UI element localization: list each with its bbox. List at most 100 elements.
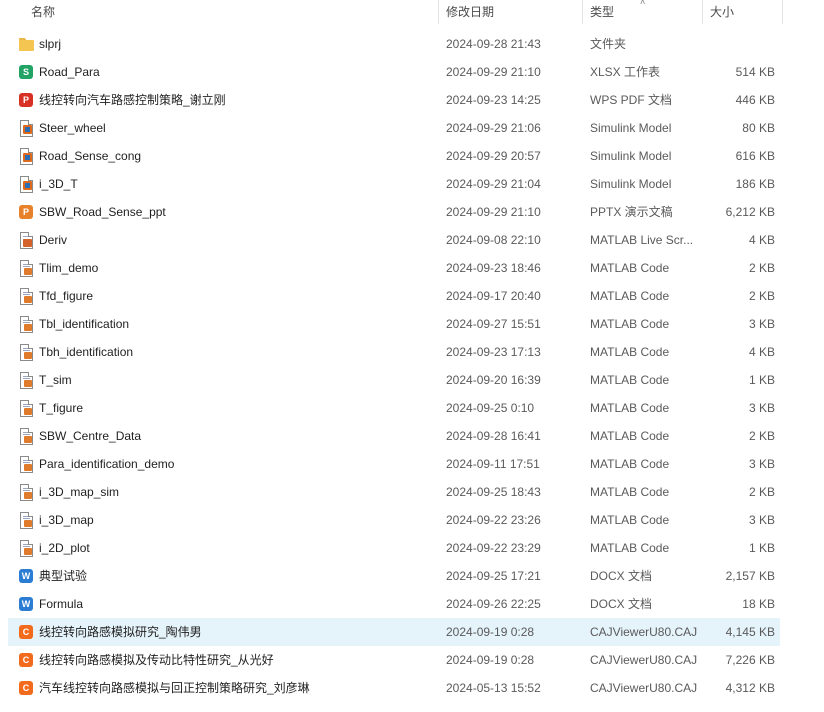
file-date: 2024-09-17 20:40: [446, 289, 541, 303]
file-type: MATLAB Live Scr...: [590, 233, 694, 247]
file-type: CAJViewerU80.CAJ: [590, 625, 698, 639]
column-divider[interactable]: [702, 0, 703, 24]
file-name: Steer_wheel: [39, 121, 106, 135]
file-row[interactable]: Road_Sense_cong 2024-09-29 20:57 Simulink …: [8, 142, 780, 170]
file-date: 2024-09-25 18:43: [446, 485, 541, 499]
file-row[interactable]: W Formula 2024-09-26 22:25 DOCX 文档 18 KB: [8, 590, 780, 618]
matlab-code-icon: [18, 372, 34, 389]
matlab-code-icon: [18, 484, 34, 501]
simulink-icon: [18, 120, 34, 137]
file-size: 3 KB: [748, 317, 775, 331]
file-name: Tfd_figure: [39, 289, 94, 303]
file-type: CAJViewerU80.CAJ: [590, 653, 698, 667]
file-size: 18 KB: [742, 597, 775, 611]
file-size: 446 KB: [735, 93, 775, 107]
file-name: T_figure: [39, 401, 84, 415]
file-size: 514 KB: [735, 65, 775, 79]
folder-icon: [18, 36, 34, 52]
file-size: [698, 30, 775, 58]
file-name: Para_identification_demo: [39, 457, 175, 471]
file-name: slprj: [39, 37, 62, 51]
file-size: 3 KB: [748, 457, 775, 471]
file-size: 2 KB: [748, 429, 775, 443]
file-date: 2024-09-20 16:39: [446, 373, 541, 387]
file-date: 2024-09-23 18:46: [446, 261, 541, 275]
file-row[interactable]: Para_identification_demo 2024-09-11 17:51…: [8, 450, 780, 478]
file-name: Road_Sense_cong: [39, 149, 142, 163]
caj-icon: C: [18, 624, 34, 640]
caj-icon: C: [18, 680, 34, 696]
file-name: i_3D_T: [39, 177, 78, 191]
file-row[interactable]: Steer_wheel 2024-09-29 21:06 Simulink Mode…: [8, 114, 780, 142]
docx-icon: W: [18, 568, 34, 584]
matlab-code-icon: [18, 428, 34, 445]
file-row[interactable]: Tfd_figure 2024-09-17 20:40 MATLAB Code 2 K…: [8, 282, 780, 310]
file-row[interactable]: i_2D_plot 2024-09-22 23:29 MATLAB Code 1 KB: [8, 534, 780, 562]
file-size: 1 KB: [748, 541, 775, 555]
file-name: Tbl_identification: [39, 317, 130, 331]
file-row[interactable]: Tlim_demo 2024-09-23 18:46 MATLAB Code 2 KB: [8, 254, 780, 282]
file-size: 7,226 KB: [725, 653, 775, 667]
file-type: MATLAB Code: [590, 373, 670, 387]
file-type: MATLAB Code: [590, 541, 670, 555]
file-type: CAJViewerU80.CAJ: [590, 681, 698, 695]
file-row[interactable]: Tbl_identification 2024-09-27 15:51 MATLAB…: [8, 310, 780, 338]
simulink-icon: [18, 148, 34, 165]
file-row[interactable]: S Road_Para 2024-09-29 21:10 XLSX 工作表 514 KB: [8, 58, 780, 86]
column-header-name[interactable]: 名称: [31, 0, 55, 24]
file-type: MATLAB Code: [590, 485, 670, 499]
file-row[interactable]: i_3D_T 2024-09-29 21:04 Simulink Model 186 …: [8, 170, 780, 198]
caj-icon: C: [18, 652, 34, 668]
file-date: 2024-09-29 21:04: [446, 177, 541, 191]
file-row[interactable]: i_3D_map_sim 2024-09-25 18:43 MATLAB Code 2…: [8, 478, 780, 506]
file-name: Formula: [39, 597, 84, 611]
file-date: 2024-05-13 15:52: [446, 681, 541, 695]
file-row[interactable]: T_sim 2024-09-20 16:39 MATLAB Code 1 KB: [8, 366, 780, 394]
file-row[interactable]: W 典型试验 2024-09-25 17:21 DOCX 文档 2,157 KB: [8, 562, 780, 590]
file-size: 4,312 KB: [725, 681, 775, 695]
file-name: i_3D_map_sim: [39, 485, 120, 499]
file-row[interactable]: slprj 2024-09-28 21:43 文件夹: [8, 30, 780, 58]
file-date: 2024-09-29 21:10: [446, 65, 541, 79]
file-row[interactable]: Deriv 2024-09-08 22:10 MATLAB Live Scr... 4…: [8, 226, 780, 254]
file-type: DOCX 文档: [590, 597, 653, 611]
column-header-type[interactable]: 类型: [590, 0, 614, 24]
file-row[interactable]: C 线控转向路感模拟研究_陶伟男 2024-09-19 0:28 CAJViewerU…: [8, 618, 780, 646]
file-size: 616 KB: [735, 149, 775, 163]
file-row[interactable]: P 线控转向汽车路感控制策略_谢立刚 2024-09-23 14:25 WPS PDF…: [8, 86, 780, 114]
file-name: 典型试验: [39, 569, 88, 583]
file-type: MATLAB Code: [590, 457, 670, 471]
file-row[interactable]: C 线控转向路感模拟及传动比特性研究_从光好 2024-09-19 0:28 CAJV…: [8, 646, 780, 674]
file-name: SBW_Centre_Data: [39, 429, 142, 443]
file-row[interactable]: Tbh_identification 2024-09-23 17:13 MATLAB…: [8, 338, 780, 366]
file-size: 2,157 KB: [725, 569, 775, 583]
docx-icon: W: [18, 596, 34, 612]
file-date: 2024-09-27 15:51: [446, 317, 541, 331]
column-header-size[interactable]: 大小: [710, 0, 734, 24]
file-row[interactable]: i_3D_map 2024-09-22 23:26 MATLAB Code 3 KB: [8, 506, 780, 534]
file-row[interactable]: SBW_Centre_Data 2024-09-28 16:41 MATLAB Co…: [8, 422, 780, 450]
file-row[interactable]: T_figure 2024-09-25 0:10 MATLAB Code 3 KB: [8, 394, 780, 422]
file-type: XLSX 工作表: [590, 65, 661, 79]
file-type: Simulink Model: [590, 177, 672, 191]
file-type: MATLAB Code: [590, 345, 670, 359]
file-size: 4 KB: [748, 345, 775, 359]
file-name: i_2D_plot: [39, 541, 90, 555]
column-divider[interactable]: [438, 0, 439, 24]
file-name: 线控转向路感模拟研究_陶伟男: [39, 625, 202, 639]
file-name: SBW_Road_Sense_ppt: [39, 205, 166, 219]
file-name: Deriv: [39, 233, 68, 247]
file-date: 2024-09-23 17:13: [446, 345, 541, 359]
file-row[interactable]: C 汽车线控转向路感模拟与回正控制策略研究_刘彦琳 2024-05-13 15:52…: [8, 674, 780, 702]
file-name: 线控转向路感模拟及传动比特性研究_从光好: [39, 653, 274, 667]
file-date: 2024-09-28 21:43: [446, 37, 541, 51]
sort-caret-icon: ˄: [640, 0, 646, 7]
file-type: WPS PDF 文档: [590, 93, 673, 107]
column-header: 名称 修改日期 类型 ˄ 大小: [0, 0, 824, 24]
matlab-code-icon: [18, 456, 34, 473]
file-name: 线控转向汽车路感控制策略_谢立刚: [39, 93, 226, 107]
column-divider[interactable]: [582, 0, 583, 24]
file-row[interactable]: P SBW_Road_Sense_ppt 2024-09-29 21:10 PPTX …: [8, 198, 780, 226]
column-header-date[interactable]: 修改日期: [446, 0, 494, 24]
column-divider[interactable]: [782, 0, 783, 24]
